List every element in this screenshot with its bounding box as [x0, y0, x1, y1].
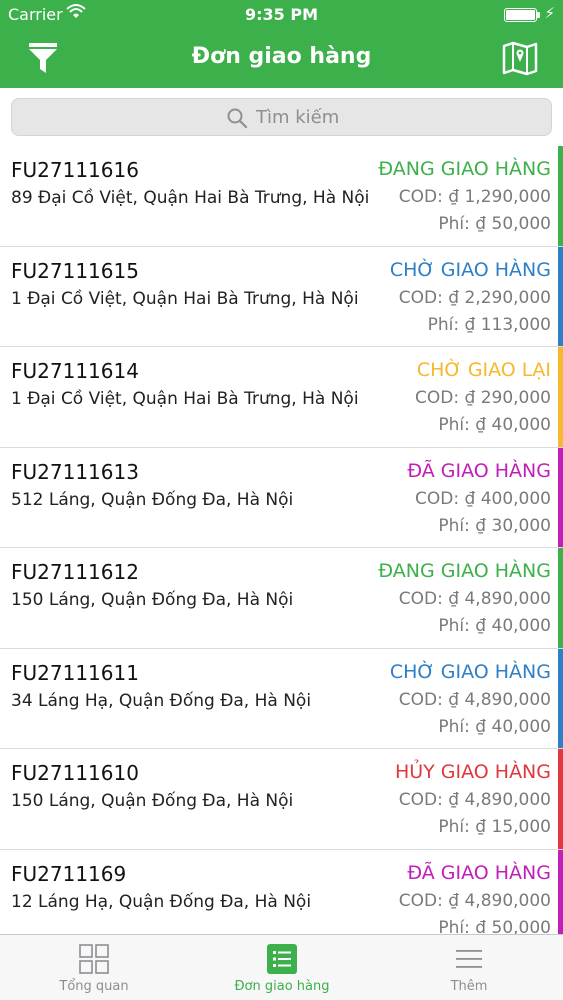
order-cod: COD: ₫ 400,000: [415, 488, 551, 509]
order-code: FU27111616: [11, 158, 139, 182]
tab-label: Thêm: [450, 979, 488, 994]
order-address: 1 Đại Cồ Việt, Quận Hai Bà Trưng, Hà Nội: [11, 389, 359, 409]
order-cod: COD: ₫ 2,290,000: [398, 287, 551, 308]
status-stripe: [558, 849, 563, 934]
search-input[interactable]: [256, 105, 456, 129]
order-fee: Phí: ₫ 30,000: [438, 515, 551, 536]
order-status: ĐANG GIAO HÀNG: [378, 560, 551, 582]
nav-bar: Đơn giao hàng: [0, 30, 563, 88]
order-address: 150 Láng, Quận Đống Đa, Hà Nội: [11, 590, 294, 610]
status-stripe: [558, 347, 563, 447]
order-row[interactable]: FU27111615 1 Đại Cồ Việt, Quận Hai Bà Tr…: [0, 246, 563, 347]
menu-icon: [456, 950, 482, 968]
status-bar: Carrier 9:35 PM ⚡: [0, 0, 563, 30]
map-icon[interactable]: [501, 40, 539, 76]
order-code: FU27111615: [11, 258, 139, 283]
order-fee: Phí: ₫ 50,000: [438, 214, 551, 234]
order-status: ĐANG GIAO HÀNG: [378, 158, 551, 180]
order-cod: COD: ₫ 4,890,000: [398, 689, 551, 710]
order-cod: COD: ₫ 1,290,000: [398, 187, 551, 207]
tab-overview[interactable]: Tổng quan: [0, 935, 188, 1000]
search-icon: [227, 108, 248, 129]
order-code: FU27111611: [11, 660, 139, 685]
order-fee: Phí: ₫ 40,000: [438, 616, 551, 636]
order-cod: COD: ₫ 4,890,000: [398, 589, 551, 609]
grid-icon: [79, 944, 109, 974]
tab-more[interactable]: Thêm: [375, 935, 563, 1000]
order-address: 1 Đại Cồ Việt, Quận Hai Bà Trưng, Hà Nội: [11, 288, 359, 309]
order-fee: Phí: ₫ 40,000: [438, 415, 551, 435]
order-row[interactable]: FU27111614 1 Đại Cồ Việt, Quận Hai Bà Tr…: [0, 347, 563, 448]
tab-label: Đơn giao hàng: [234, 979, 330, 994]
tab-orders[interactable]: Đơn giao hàng: [188, 935, 376, 1000]
page-title: Đơn giao hàng: [191, 44, 372, 69]
order-fee: Phí: ₫ 113,000: [427, 314, 551, 335]
order-list[interactable]: FU27111616 89 Đại Cồ Việt, Quận Hai Bà T…: [0, 146, 563, 934]
order-row[interactable]: FU27111610 150 Láng, Quận Đống Đa, Hà Nộ…: [0, 749, 563, 850]
order-address: 12 Láng Hạ, Quận Đống Đa, Hà Nội: [11, 891, 312, 912]
charging-icon: ⚡: [544, 4, 555, 22]
search-box[interactable]: [11, 98, 552, 136]
tab-label: Tổng quan: [59, 979, 129, 994]
list-icon: [267, 944, 297, 974]
order-fee: Phí: ₫ 50,000: [438, 917, 551, 935]
status-stripe: [558, 246, 563, 346]
order-cod: COD: ₫ 4,890,000: [398, 790, 551, 810]
order-status: HỦY GIAO HÀNG: [394, 761, 551, 783]
status-stripe: [558, 146, 563, 246]
status-stripe: [558, 548, 563, 648]
order-row[interactable]: FU27111616 89 Đại Cồ Việt, Quận Hai Bà T…: [0, 146, 563, 247]
order-status: CHỜ GIAO LẠI: [416, 359, 551, 381]
order-status: ĐÃ GIAO HÀNG: [407, 459, 551, 482]
order-fee: Phí: ₫ 15,000: [438, 817, 551, 837]
order-status: CHỜ GIAO HÀNG: [389, 660, 551, 683]
order-row[interactable]: FU27111613 512 Láng, Quận Đống Đa, Hà Nộ…: [0, 447, 563, 548]
battery-level: [506, 10, 535, 20]
order-row[interactable]: FU27111612 150 Láng, Quận Đống Đa, Hà Nộ…: [0, 548, 563, 649]
order-code: FU27111613: [11, 459, 139, 484]
status-stripe: [558, 447, 563, 547]
order-code: FU2711169: [11, 861, 127, 886]
battery-icon: [504, 8, 537, 22]
order-status: CHỜ GIAO HÀNG: [389, 258, 551, 281]
order-status: ĐÃ GIAO HÀNG: [407, 861, 551, 884]
order-cod: COD: ₫ 290,000: [415, 388, 551, 408]
battery-tip: [537, 12, 540, 18]
order-address: 89 Đại Cồ Việt, Quận Hai Bà Trưng, Hà Nộ…: [11, 188, 370, 208]
order-code: FU27111610: [11, 761, 139, 785]
order-address: 512 Láng, Quận Đống Đa, Hà Nội: [11, 489, 294, 510]
status-stripe: [558, 749, 563, 849]
tab-bar: Tổng quan Đơn giao hàng Thêm: [0, 934, 563, 1000]
search-area: [0, 88, 563, 146]
order-row[interactable]: FU2711169 12 Láng Hạ, Quận Đống Đa, Hà N…: [0, 849, 563, 935]
order-address: 150 Láng, Quận Đống Đa, Hà Nội: [11, 791, 294, 811]
order-fee: Phí: ₫ 40,000: [438, 716, 551, 737]
order-address: 34 Láng Hạ, Quận Đống Đa, Hà Nội: [11, 690, 312, 711]
clock: 9:35 PM: [244, 5, 318, 24]
order-code: FU27111612: [11, 560, 139, 584]
status-stripe: [558, 648, 563, 748]
order-row[interactable]: FU27111611 34 Láng Hạ, Quận Đống Đa, Hà …: [0, 648, 563, 749]
order-code: FU27111614: [11, 359, 139, 383]
order-cod: COD: ₫ 4,890,000: [398, 890, 551, 911]
